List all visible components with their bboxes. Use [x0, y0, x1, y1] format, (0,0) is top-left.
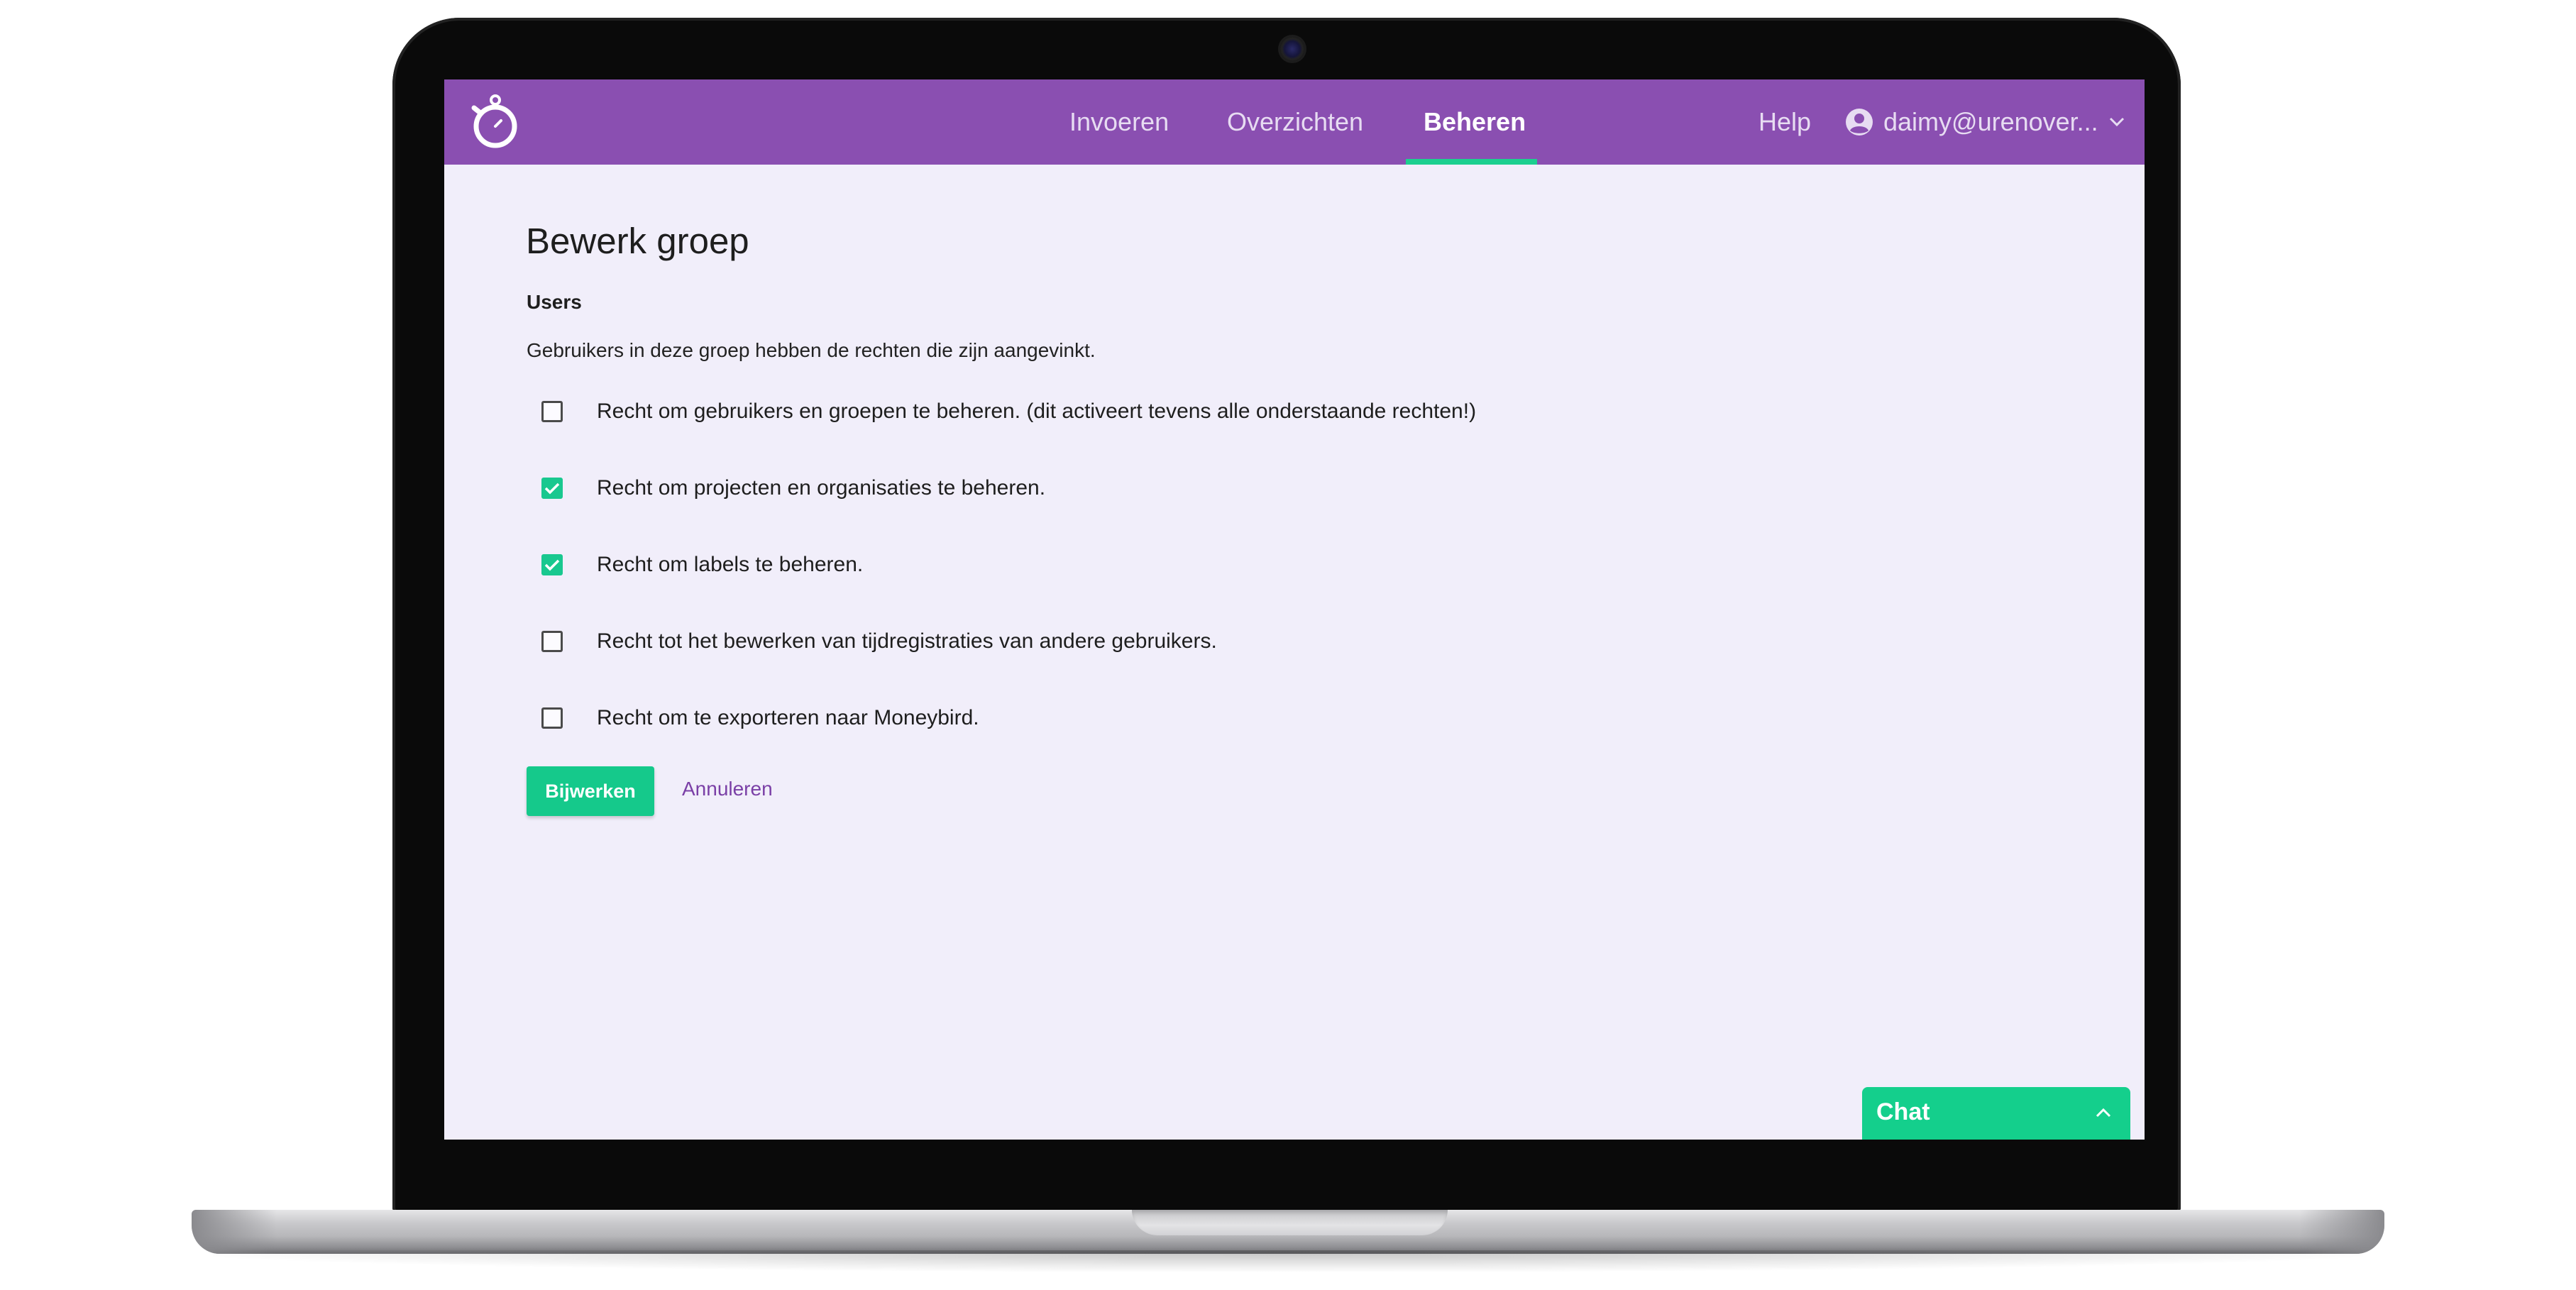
- nav-item-help[interactable]: Help: [1758, 79, 1811, 165]
- permission-manage-users-groups[interactable]: Recht om gebruikers en groepen te behere…: [541, 397, 1476, 426]
- permission-checkbox[interactable]: [541, 631, 563, 652]
- check-icon: [544, 483, 560, 495]
- permission-label: Recht om projecten en organisaties te be…: [597, 476, 1046, 500]
- stage: Invoeren Overzichten Beheren Help daimy@…: [0, 0, 2576, 1290]
- laptop-base-edge-left: [192, 1210, 277, 1254]
- nav-item-overzichten[interactable]: Overzichten: [1227, 79, 1363, 165]
- page-title: Bewerk groep: [526, 221, 749, 261]
- group-name: Users: [527, 291, 582, 313]
- permission-label: Recht om labels te beheren.: [597, 553, 864, 576]
- permission-manage-projects[interactable]: Recht om projecten en organisaties te be…: [541, 474, 1045, 502]
- permission-label: Recht om te exporteren naar Moneybird.: [597, 706, 979, 729]
- permission-checkbox[interactable]: [541, 401, 563, 422]
- group-description: Gebruikers in deze groep hebben de recht…: [527, 339, 1096, 361]
- permission-label: Recht om gebruikers en groepen te behere…: [597, 399, 1477, 423]
- permission-checkbox[interactable]: [541, 707, 563, 729]
- laptop-shadow: [213, 1250, 2363, 1272]
- chat-label: Chat: [1876, 1098, 1930, 1125]
- nav-item-beheren[interactable]: Beheren: [1424, 79, 1526, 165]
- update-button[interactable]: Bijwerken: [527, 766, 654, 816]
- active-tab-indicator: [1406, 159, 1537, 165]
- permission-manage-labels[interactable]: Recht om labels te beheren.: [541, 551, 863, 579]
- top-navbar: Invoeren Overzichten Beheren Help daimy@…: [444, 79, 2145, 165]
- permission-checkbox[interactable]: [541, 554, 563, 575]
- stopwatch-icon[interactable]: [466, 92, 522, 152]
- permission-export-moneybird[interactable]: Recht om te exporteren naar Moneybird.: [541, 704, 979, 732]
- user-menu[interactable]: daimy@urenover...: [1845, 79, 2125, 165]
- nav-item-invoeren[interactable]: Invoeren: [1069, 79, 1169, 165]
- laptop-base-edge-right: [2299, 1210, 2384, 1254]
- chevron-up-icon[interactable]: [2095, 1107, 2112, 1118]
- user-email: daimy@urenover...: [1883, 107, 2098, 136]
- check-icon: [544, 559, 560, 571]
- cancel-link[interactable]: Annuleren: [682, 778, 773, 800]
- permission-edit-time-entries[interactable]: Recht tot het bewerken van tijdregistrat…: [541, 627, 1217, 656]
- webcam: [1280, 37, 1304, 61]
- app-screen: Invoeren Overzichten Beheren Help daimy@…: [444, 79, 2145, 1140]
- chevron-down-icon: [2109, 117, 2124, 127]
- chat-widget[interactable]: Chat: [1862, 1087, 2130, 1140]
- permission-label: Recht tot het bewerken van tijdregistrat…: [597, 629, 1217, 653]
- laptop-notch: [1132, 1210, 1448, 1235]
- user-circle-icon: [1846, 109, 1873, 136]
- permission-checkbox[interactable]: [541, 478, 563, 499]
